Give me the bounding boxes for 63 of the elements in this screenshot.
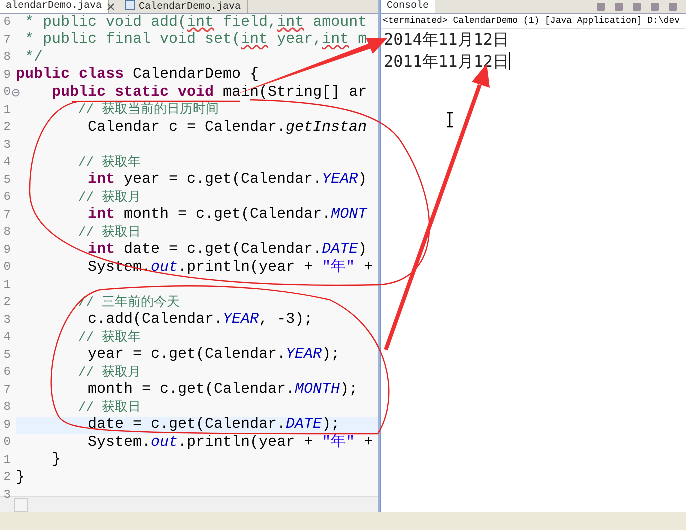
code-line: // 获取月 <box>77 190 141 205</box>
line-number: 4 <box>4 155 11 169</box>
code-line: // 获取当前的日历时间 <box>77 103 219 118</box>
output-line: 2014年11月12日 <box>384 30 510 49</box>
console-header: <terminated> CalendarDemo (1) [Java Application] D:\dev <box>381 14 686 29</box>
line-number: 8 <box>4 400 11 414</box>
line-number: 3 <box>4 312 11 326</box>
text-caret <box>509 52 510 70</box>
text-cursor-icon <box>446 112 454 128</box>
line-number: 7 <box>4 382 11 396</box>
code-line: date = c.get(Calendar.DATE); <box>87 418 340 432</box>
line-number: 1 <box>4 452 11 466</box>
code-line: c.add(Calendar.YEAR, -3); <box>87 313 314 328</box>
line-number: 0 <box>4 260 11 274</box>
line-number: 1 <box>4 278 11 292</box>
code-line: Calendar c = Calendar.getInstan <box>87 120 368 135</box>
line-number: 0 <box>4 85 11 99</box>
line-number: 2 <box>4 120 11 134</box>
collapse-icon[interactable] <box>12 89 20 97</box>
code-line: int date = c.get(Calendar.DATE) <box>87 243 368 258</box>
code-line: month = c.get(Calendar.MONTH); <box>87 383 358 398</box>
code-line: } <box>16 470 26 485</box>
code-line: public class CalendarDemo { <box>16 68 260 82</box>
line-number: 1 <box>4 102 11 116</box>
line-number: 5 <box>4 172 11 186</box>
line-number: 6 <box>4 15 11 29</box>
code-line: } <box>51 453 62 468</box>
line-number: 7 <box>4 208 11 222</box>
code-line: // 获取月 <box>77 366 141 380</box>
code-line: public static void main(String[] ar <box>51 86 368 100</box>
line-number: 8 <box>4 225 11 239</box>
scroll-left-button[interactable] <box>14 498 28 512</box>
output-line: 2011年11月12日 <box>384 52 510 71</box>
line-number: 6 <box>4 190 11 204</box>
code-line: // 获取年 <box>77 156 141 170</box>
line-number: 2 <box>4 295 11 309</box>
java-file-icon <box>125 0 136 10</box>
code-line: System.out.println(year + "年" + <box>87 436 374 450</box>
code-line: * public final void set(int year,int m <box>24 33 368 48</box>
console-output[interactable]: 2014年11月12日 2011年11月12日 <box>381 29 686 512</box>
code-line: year = c.get(Calendar.YEAR); <box>87 348 340 362</box>
line-number: 9 <box>4 242 11 256</box>
code-line: // 获取日 <box>77 226 141 240</box>
code-line: */ <box>24 50 44 65</box>
editor-tab[interactable]: alendarDemo.java <box>0 0 110 13</box>
code-line: // 获取日 <box>77 400 141 415</box>
line-number: 7 <box>4 32 11 46</box>
code-line: // 获取年 <box>77 330 141 345</box>
code-line: int month = c.get(Calendar.MONT <box>87 208 368 222</box>
line-number: 4 <box>4 330 11 344</box>
editor-tab[interactable]: CalendarDemo.java <box>119 0 248 13</box>
line-number: 5 <box>4 348 11 362</box>
line-number: 9 <box>4 418 11 432</box>
code-line: int year = c.get(Calendar.YEAR) <box>87 173 368 188</box>
line-number: 8 <box>4 50 11 64</box>
console-tab[interactable]: Console <box>381 0 436 13</box>
line-number: 2 <box>4 470 11 484</box>
line-number: 6 <box>4 365 11 379</box>
line-number: 3 <box>4 488 11 502</box>
line-number: 3 <box>4 138 11 152</box>
line-number: 0 <box>4 435 11 449</box>
code-line: * public void add(int field,int amount <box>24 16 368 30</box>
line-number: 9 <box>4 68 11 82</box>
